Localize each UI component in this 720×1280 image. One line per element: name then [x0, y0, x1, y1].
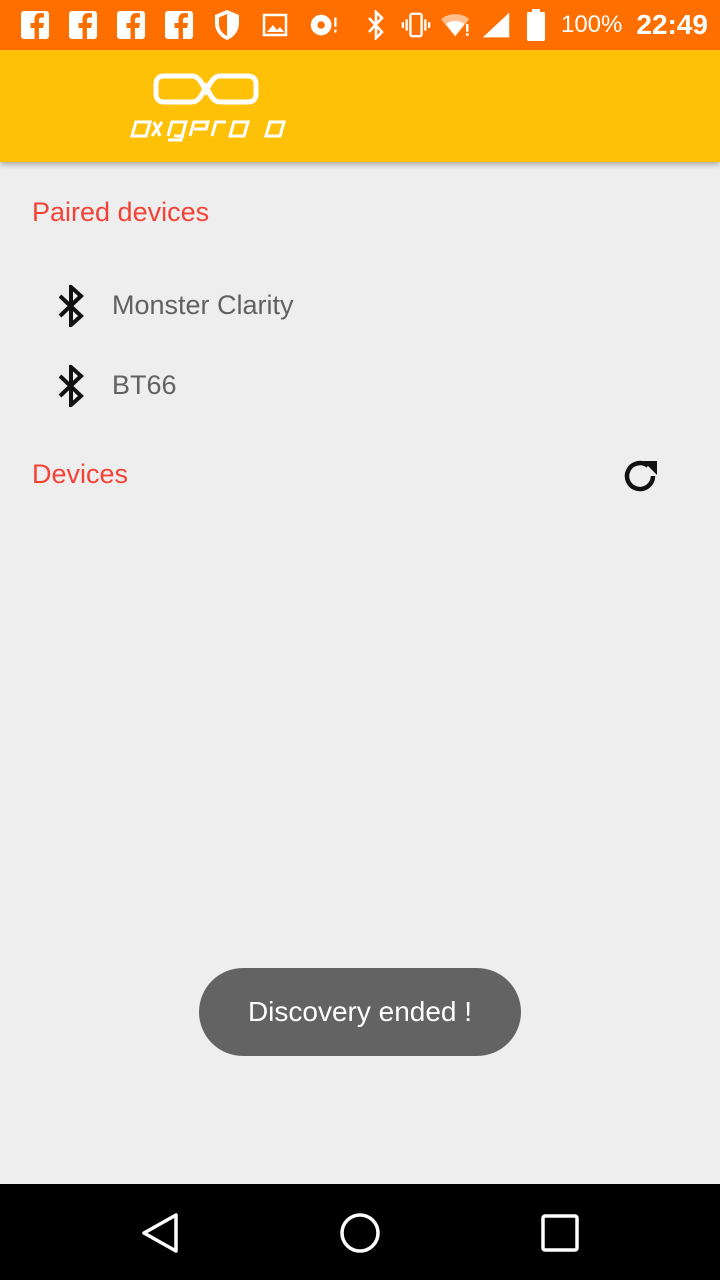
- vibrate-icon: [401, 8, 431, 42]
- paired-device-item[interactable]: BT66: [0, 345, 720, 425]
- devices-header: Devices: [32, 459, 129, 489]
- facebook-icon: [164, 8, 194, 42]
- app-bar: [0, 50, 720, 162]
- recent-apps-icon[interactable]: [537, 1210, 583, 1256]
- battery-icon: [521, 8, 551, 42]
- device-name: BT66: [112, 370, 177, 400]
- status-bar: 100% 22:49: [0, 0, 720, 50]
- clock: 22:49: [636, 9, 708, 40]
- toast-message: Discovery ended !: [199, 968, 521, 1056]
- bluetooth-icon: [361, 8, 391, 42]
- facebook-icon: [116, 8, 146, 42]
- image-icon: [260, 8, 290, 42]
- back-icon[interactable]: [138, 1210, 184, 1256]
- battery-percent: 100%: [560, 11, 623, 38]
- refresh-icon[interactable]: [620, 456, 660, 496]
- app-logo: [128, 70, 290, 144]
- bluetooth-icon: [58, 285, 84, 327]
- bluetooth-icon: [58, 365, 84, 407]
- notification-icons: [20, 8, 356, 42]
- sync-icon: [308, 8, 338, 42]
- paired-devices-header: Paired devices: [32, 197, 210, 227]
- facebook-icon: [20, 8, 50, 42]
- navigation-bar: [0, 1184, 720, 1280]
- home-icon[interactable]: [337, 1210, 383, 1256]
- system-icons: 100% 22:49: [361, 6, 708, 44]
- cell-signal-icon: [481, 8, 511, 42]
- shield-icon: [212, 8, 242, 42]
- wifi-alert-icon: [440, 8, 471, 42]
- facebook-icon: [68, 8, 98, 42]
- paired-device-item[interactable]: Monster Clarity: [0, 265, 720, 345]
- device-name: Monster Clarity: [112, 290, 294, 320]
